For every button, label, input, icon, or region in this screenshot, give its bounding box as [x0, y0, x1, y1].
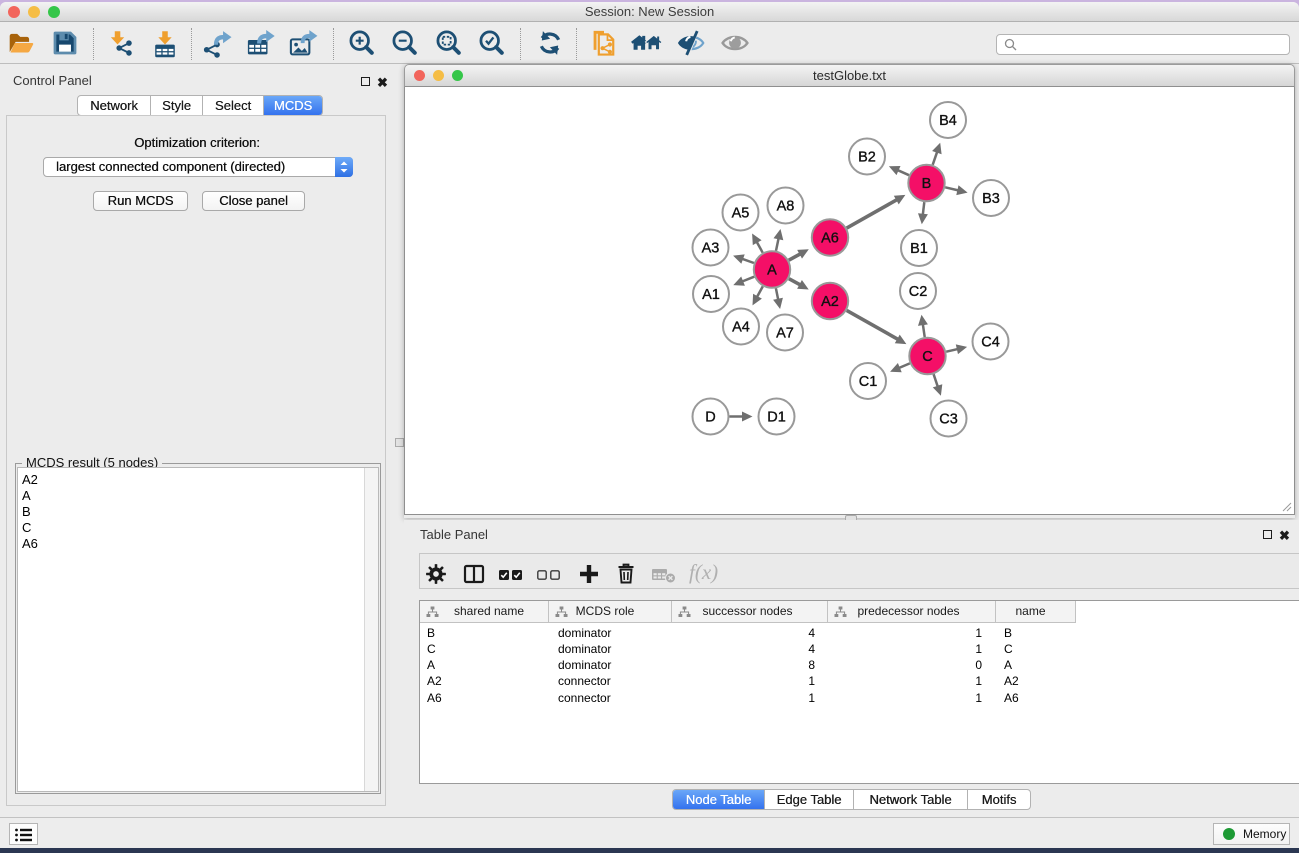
svg-text:A5: A5: [732, 206, 750, 222]
svg-text:B1: B1: [910, 241, 928, 257]
svg-text:A7: A7: [776, 326, 794, 342]
svg-text:A3: A3: [702, 241, 720, 257]
svg-text:C1: C1: [859, 374, 878, 390]
svg-text:A: A: [767, 263, 777, 279]
svg-text:C3: C3: [939, 412, 958, 428]
svg-text:A4: A4: [732, 320, 750, 336]
svg-text:C2: C2: [909, 284, 928, 300]
svg-text:C: C: [922, 349, 932, 365]
svg-text:A1: A1: [702, 287, 720, 303]
svg-text:C4: C4: [981, 335, 1000, 351]
svg-text:B4: B4: [939, 113, 957, 129]
svg-text:D: D: [705, 410, 715, 426]
svg-text:A2: A2: [821, 294, 839, 310]
svg-text:A8: A8: [777, 199, 795, 215]
svg-text:B: B: [922, 176, 932, 192]
svg-text:A6: A6: [821, 231, 839, 247]
svg-text:D1: D1: [767, 410, 786, 426]
svg-text:B2: B2: [858, 150, 876, 166]
svg-text:B3: B3: [982, 191, 1000, 207]
